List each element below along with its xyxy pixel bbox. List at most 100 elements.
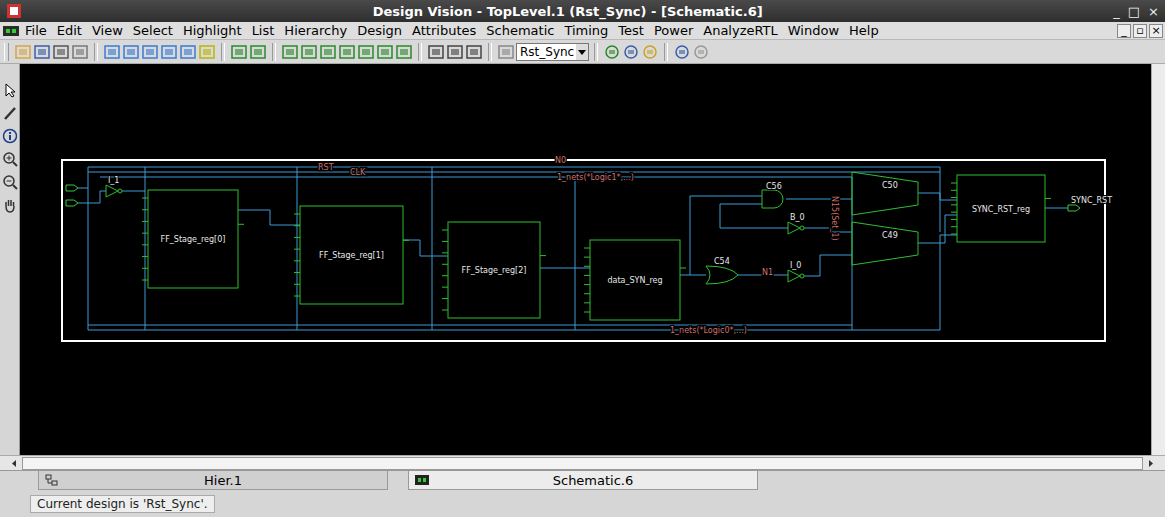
register-cell[interactable]: FF_Stage_reg[1] <box>294 206 409 304</box>
mdi-control[interactable]: _ <box>1117 24 1131 38</box>
browser-icon[interactable] <box>622 43 640 61</box>
hier-icon[interactable] <box>319 43 337 61</box>
wire[interactable] <box>78 188 88 189</box>
wire[interactable] <box>918 243 945 244</box>
register-box[interactable] <box>448 222 540 318</box>
register-box[interactable] <box>300 206 403 304</box>
menu-item[interactable]: Hierarchy <box>279 23 352 38</box>
menu-item[interactable]: File <box>20 23 52 38</box>
mdi-control[interactable]: × <box>1149 24 1163 38</box>
menu-item[interactable]: List <box>247 23 280 38</box>
wire[interactable] <box>720 204 762 205</box>
wire[interactable] <box>88 172 940 173</box>
wire[interactable] <box>820 255 852 256</box>
horizontal-scrollbar[interactable] <box>0 455 1165 470</box>
register-cell[interactable]: SYNC_RST_reg <box>951 175 1051 242</box>
register-cell[interactable]: FF_Stage_reg[0] <box>142 190 244 288</box>
net-label[interactable]: RST <box>318 163 334 172</box>
net-label[interactable]: 1_nets(*Logic0*,...) <box>670 326 747 335</box>
menu-item[interactable]: Attributes <box>407 23 481 38</box>
wire[interactable] <box>940 235 957 236</box>
register-box[interactable] <box>148 190 238 288</box>
list-icon[interactable] <box>603 43 621 61</box>
input-port[interactable] <box>66 185 78 191</box>
wire[interactable] <box>88 167 940 168</box>
net-label[interactable]: N1 <box>762 268 773 277</box>
inv-gate[interactable]: I_0 <box>788 261 804 282</box>
wire[interactable] <box>575 177 576 330</box>
wire[interactable] <box>540 268 590 269</box>
design-icon[interactable] <box>427 43 445 61</box>
zoom-fit-icon[interactable] <box>103 43 121 61</box>
register-cell[interactable]: FF_Stage_reg[2] <box>442 222 546 318</box>
wire[interactable] <box>804 276 820 277</box>
window-control[interactable]: × <box>1148 4 1159 19</box>
wire[interactable] <box>432 167 433 330</box>
register-box[interactable] <box>590 240 680 320</box>
menu-item[interactable]: Edit <box>52 23 87 38</box>
inverter-shape[interactable] <box>788 270 800 282</box>
mux-shape[interactable] <box>852 172 918 215</box>
wire[interactable] <box>820 255 821 276</box>
select-arrow-icon[interactable] <box>2 82 18 98</box>
info-icon[interactable] <box>2 128 18 144</box>
wire[interactable] <box>680 275 706 276</box>
histogram-icon[interactable] <box>395 43 413 61</box>
scroll-right-icon[interactable] <box>1145 457 1157 470</box>
wire[interactable] <box>720 228 788 229</box>
view-tab[interactable]: Schematic.6 <box>408 471 758 490</box>
zoom-out-icon[interactable] <box>141 43 159 61</box>
back-icon[interactable] <box>673 43 691 61</box>
wire[interactable] <box>720 204 721 228</box>
view-tab[interactable]: Hier.1 <box>38 471 388 490</box>
menu-item[interactable]: AnalyzeRTL <box>698 23 783 38</box>
schematic-canvas[interactable]: FF_Stage_reg[0] FF_Stage_reg[1] FF_Stage_r… <box>20 64 1151 455</box>
wire[interactable] <box>1045 208 1068 209</box>
menu-item[interactable]: Design <box>352 23 407 38</box>
wire[interactable] <box>100 191 101 203</box>
timing-icon[interactable] <box>357 43 375 61</box>
wire[interactable] <box>690 196 691 275</box>
or-gate[interactable]: C54 <box>706 257 738 284</box>
schematic-menu-icon[interactable] <box>2 24 20 38</box>
zoom-area-icon[interactable] <box>179 43 197 61</box>
net-label[interactable]: CLK <box>350 168 366 177</box>
wire[interactable] <box>918 193 940 194</box>
symbol-icon[interactable] <box>281 43 299 61</box>
inv-gate[interactable]: I_1 <box>106 176 122 197</box>
wire[interactable] <box>804 228 830 229</box>
pencil-icon[interactable] <box>2 105 18 121</box>
wire[interactable] <box>100 191 106 192</box>
scroll-left-icon[interactable] <box>8 457 20 470</box>
zoom-in-icon[interactable] <box>122 43 140 61</box>
script-icon[interactable] <box>641 43 659 61</box>
path-icon[interactable] <box>338 43 356 61</box>
forward-icon[interactable] <box>692 43 710 61</box>
inverter-shape[interactable] <box>788 222 800 234</box>
pop-up-icon[interactable] <box>249 43 267 61</box>
menu-item[interactable]: Window <box>783 23 844 38</box>
mdi-control[interactable]: ▫ <box>1133 24 1147 38</box>
select-icon[interactable] <box>198 43 216 61</box>
net-label[interactable]: 1_nets(*Logic1*,...) <box>557 173 634 182</box>
wire[interactable] <box>238 210 270 211</box>
wire[interactable] <box>270 225 300 226</box>
props-icon[interactable] <box>71 43 89 61</box>
push-down-icon[interactable] <box>230 43 248 61</box>
wire[interactable] <box>88 167 89 330</box>
zoom-in-icon[interactable] <box>2 151 18 167</box>
wire[interactable] <box>940 193 941 200</box>
wire[interactable] <box>786 199 852 200</box>
wire[interactable] <box>690 196 762 197</box>
menu-item[interactable]: Test <box>613 23 649 38</box>
input-port[interactable] <box>66 200 78 206</box>
pan-hand-icon[interactable] <box>2 197 18 213</box>
register-box[interactable] <box>957 175 1045 242</box>
and-gate-shape[interactable] <box>762 190 783 208</box>
schematic-icon[interactable] <box>300 43 318 61</box>
log-icon[interactable] <box>465 43 483 61</box>
menu-item[interactable]: Timing <box>559 23 613 38</box>
register-cell[interactable]: data_SYN_reg <box>584 240 686 320</box>
menu-item[interactable]: Select <box>128 23 178 38</box>
scroll-thumb[interactable] <box>22 457 1143 470</box>
